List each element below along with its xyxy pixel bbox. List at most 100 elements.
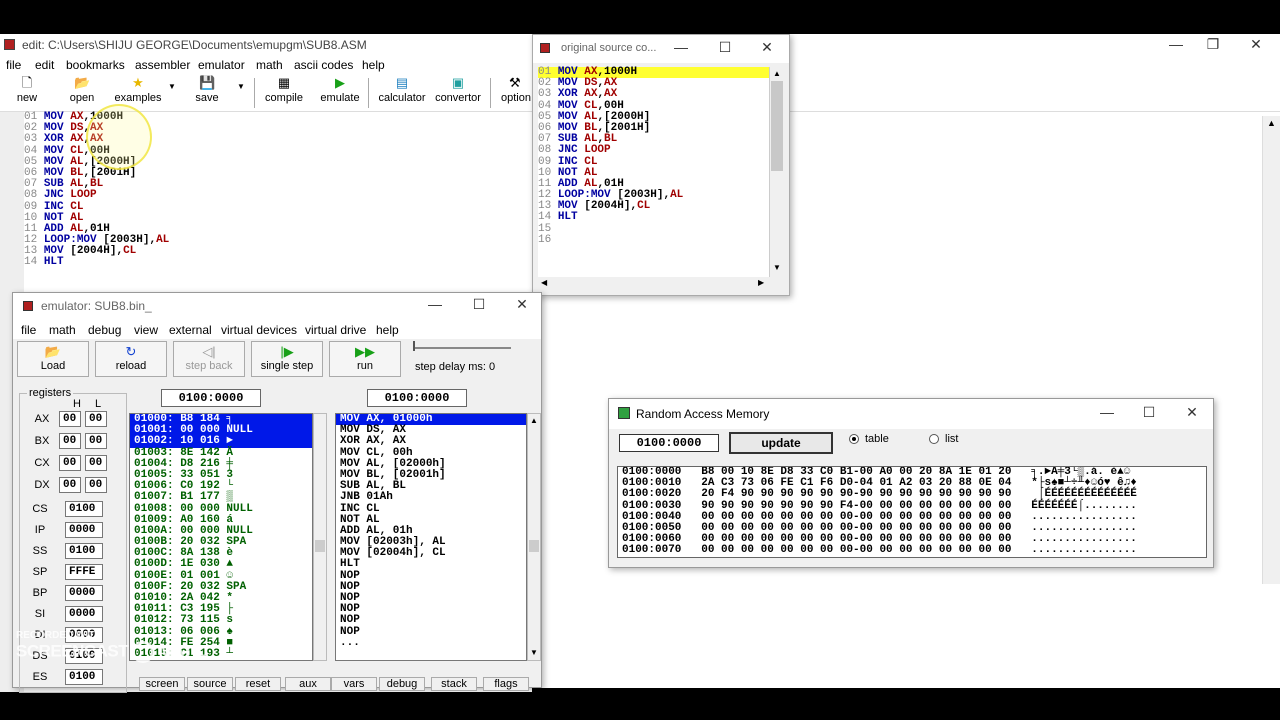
menu-ascii-codes[interactable]: ascii codes (294, 58, 353, 72)
table-radio[interactable] (849, 434, 859, 444)
menu-assembler[interactable]: assembler (135, 58, 190, 72)
update-button[interactable]: update (729, 432, 833, 454)
new-button[interactable]: 🗋 new (0, 76, 57, 105)
scroll-thumb[interactable] (315, 540, 325, 552)
close-icon[interactable]: ✕ (1246, 36, 1266, 53)
register-high-byte[interactable]: 00 (59, 411, 81, 427)
scroll-down-icon[interactable]: ▼ (530, 648, 538, 657)
minimize-icon[interactable]: — (671, 39, 691, 55)
emu-menu-virtual-drive[interactable]: virtual drive (305, 323, 366, 337)
scroll-right-icon[interactable]: ▶ (758, 278, 764, 287)
register-value[interactable]: 0000 (65, 522, 103, 538)
emulate-button[interactable]: ▶ emulate (310, 76, 370, 105)
disassembly-list[interactable]: MOV AX, 01000h MOV DS, AX XOR AX, AX MOV CL… (335, 413, 527, 661)
register-low-byte[interactable]: 00 (85, 411, 107, 427)
disasm-row[interactable]: NOP (336, 626, 526, 638)
memory-list[interactable]: 01000: B8 184 ╕ 01001: 00 000 NULL 01002: … (129, 413, 313, 661)
emu-menu-external[interactable]: external (169, 323, 212, 337)
source-vertical-scrollbar[interactable]: ▲ ▼ (769, 67, 785, 277)
disasm-address-field[interactable]: 0100:0000 (367, 389, 467, 407)
scroll-up-icon[interactable]: ▲ (773, 69, 781, 78)
tab-source[interactable]: source (187, 677, 233, 691)
tab-screen[interactable]: screen (139, 677, 185, 691)
menu-edit[interactable]: edit (35, 58, 54, 72)
tab-flags[interactable]: flags (483, 677, 529, 691)
single-step-button[interactable]: |▶ single step (251, 341, 323, 377)
disasm-row[interactable]: NOP (336, 592, 526, 604)
disasm-row[interactable]: ... (336, 637, 526, 649)
scroll-down-icon[interactable]: ▼ (773, 263, 781, 272)
disasm-scrollbar[interactable]: ▲ ▼ (527, 413, 541, 661)
scroll-thumb[interactable] (529, 540, 539, 552)
run-button[interactable]: ▶▶ run (329, 341, 401, 377)
open-button[interactable]: 📂 open (52, 76, 112, 105)
examples-button[interactable]: ★ examples (108, 76, 168, 105)
source-horizontal-scrollbar[interactable]: ◀ ▶ (538, 277, 769, 291)
register-value[interactable]: 0000 (65, 585, 103, 601)
calculator-button[interactable]: ▤ calculator (372, 76, 432, 105)
disasm-row[interactable]: JNB 01Ah (336, 492, 526, 503)
tab-aux[interactable]: aux (285, 677, 331, 691)
disasm-row[interactable]: NOP (336, 615, 526, 626)
register-low-byte[interactable]: 00 (85, 477, 107, 493)
restore-icon[interactable]: ❐ (1203, 36, 1223, 53)
tab-vars[interactable]: vars (331, 677, 377, 691)
menu-help[interactable]: help (362, 58, 385, 72)
emu-menu-view[interactable]: view (134, 323, 158, 337)
close-icon[interactable]: ✕ (1182, 404, 1202, 421)
register-value[interactable]: 0100 (65, 501, 103, 517)
register-value[interactable]: 0100 (65, 543, 103, 559)
list-radio[interactable] (929, 434, 939, 444)
register-high-byte[interactable]: 00 (59, 455, 81, 471)
register-value[interactable]: FFFE (65, 564, 103, 580)
save-dropdown-icon[interactable]: ▼ (237, 82, 245, 91)
editor-vertical-scrollbar[interactable]: ▲ (1262, 116, 1280, 584)
options-button[interactable]: ⚒ option (493, 76, 533, 105)
memory-row[interactable]: 01002: 10 016 ► (130, 436, 312, 448)
step-delay-slider-thumb[interactable] (413, 341, 415, 351)
disasm-row[interactable]: XOR AX, AX (336, 436, 526, 447)
tab-stack[interactable]: stack (431, 677, 477, 691)
minimize-icon[interactable]: — (1166, 36, 1186, 52)
scroll-thumb[interactable] (771, 81, 783, 171)
register-value[interactable]: 0000 (65, 606, 103, 622)
save-button[interactable]: 💾 save (177, 76, 237, 105)
menu-file[interactable]: file (6, 58, 21, 72)
step-delay-slider[interactable] (413, 347, 511, 349)
compile-button[interactable]: ▦ compile (254, 76, 314, 105)
load-button[interactable]: 📂 Load (17, 341, 89, 377)
register-low-byte[interactable]: 00 (85, 455, 107, 471)
maximize-icon[interactable]: ☐ (715, 39, 735, 56)
ram-address-field[interactable]: 0100:0000 (619, 434, 719, 452)
disasm-row[interactable]: NOP (336, 603, 526, 615)
memory-scrollbar[interactable] (313, 413, 327, 661)
ram-dump-table[interactable]: 0100:0000 B8 00 10 8E D8 33 C0 B1-00 A0 … (617, 466, 1207, 558)
examples-dropdown-icon[interactable]: ▼ (168, 82, 176, 91)
menu-math[interactable]: math (256, 58, 283, 72)
close-icon[interactable]: ✕ (757, 39, 777, 56)
menu-bookmarks[interactable]: bookmarks (66, 58, 125, 72)
maximize-icon[interactable]: ☐ (1139, 404, 1159, 421)
scroll-left-icon[interactable]: ◀ (541, 278, 547, 287)
disasm-row[interactable]: HLT (336, 559, 526, 570)
tab-reset[interactable]: reset (235, 677, 281, 691)
tab-debug[interactable]: debug (379, 677, 425, 691)
register-value[interactable]: 0100 (65, 669, 103, 685)
scroll-up-icon[interactable]: ▲ (530, 416, 538, 425)
memory-address-field[interactable]: 0100:0000 (161, 389, 261, 407)
menu-emulator[interactable]: emulator (198, 58, 245, 72)
convertor-button[interactable]: ▣ convertor (428, 76, 488, 105)
emu-menu-help[interactable]: help (376, 323, 399, 337)
step-back-button[interactable]: ◁| step back (173, 341, 245, 377)
scroll-up-icon[interactable]: ▲ (1267, 118, 1276, 128)
reload-button[interactable]: ↻ reload (95, 341, 167, 377)
maximize-icon[interactable]: ☐ (469, 296, 489, 313)
register-high-byte[interactable]: 00 (59, 433, 81, 449)
register-low-byte[interactable]: 00 (85, 433, 107, 449)
memory-row[interactable]: 01007: B1 177 ▒ (130, 492, 312, 503)
minimize-icon[interactable]: — (1097, 404, 1117, 420)
emu-menu-debug[interactable]: debug (88, 323, 121, 337)
emu-menu-virtual-devices[interactable]: virtual devices (221, 323, 297, 337)
emu-menu-file[interactable]: file (21, 323, 36, 337)
minimize-icon[interactable]: — (425, 296, 445, 312)
